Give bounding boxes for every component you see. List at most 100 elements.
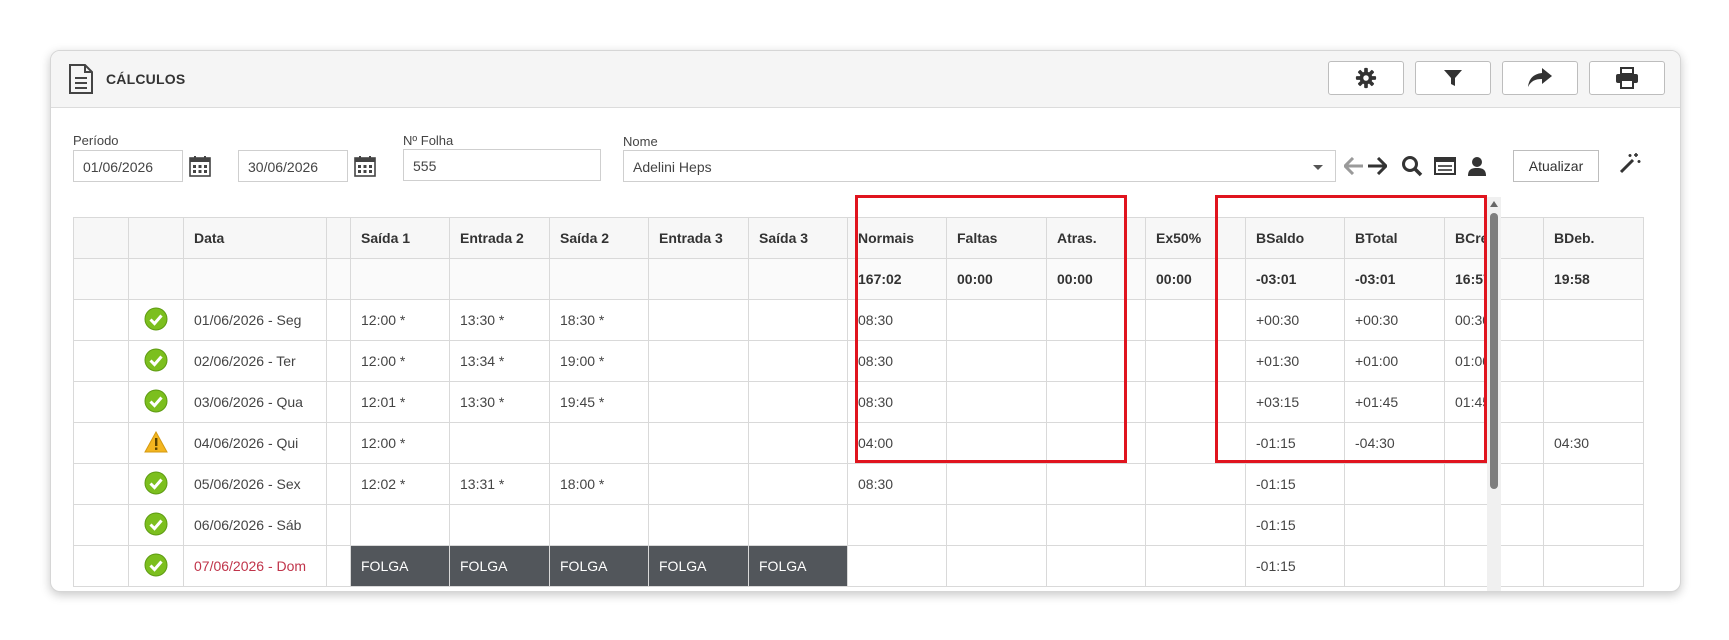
table-cell xyxy=(1046,504,1146,546)
table-cell xyxy=(350,258,450,300)
column-header[interactable]: Atras. xyxy=(1046,217,1146,259)
nome-select[interactable]: Adelini Heps xyxy=(623,150,1336,182)
next-arrow-button[interactable] xyxy=(1365,154,1389,178)
date-cell: 01/06/2026 - Seg xyxy=(183,299,327,341)
table-cell xyxy=(748,381,848,423)
table-cell xyxy=(1046,381,1146,423)
table-row[interactable]: 03/06/2026 - Qua 12:01 * 13:30 * 19:45 * 08:… xyxy=(73,381,1644,423)
table-cell: 12:00 * xyxy=(350,340,450,382)
table-cell: 13:34 * xyxy=(449,340,550,382)
table-cell xyxy=(326,504,351,546)
table-cell xyxy=(73,340,129,382)
total-faltas: 00:00 xyxy=(946,258,1047,300)
user-icon xyxy=(1468,157,1486,176)
table-cell xyxy=(1145,422,1246,464)
column-header[interactable]: Saída 2 xyxy=(549,217,649,259)
table-cell: -01:15 xyxy=(1245,422,1345,464)
date-start-input[interactable]: 01/06/2026 xyxy=(73,150,183,182)
table-cell: +00:30 xyxy=(1344,299,1445,341)
check-circle-icon xyxy=(144,471,168,494)
previous-arrow-button[interactable] xyxy=(1342,154,1366,178)
table-cell: +03:15 xyxy=(1245,381,1345,423)
date-end-input[interactable]: 30/06/2026 xyxy=(238,150,348,182)
date-cell: 02/06/2026 - Ter xyxy=(183,340,327,382)
table-cell: 19:00 * xyxy=(549,340,649,382)
folha-input[interactable]: 555 xyxy=(403,149,601,181)
table-cell xyxy=(1543,463,1644,505)
column-header[interactable]: BDeb. xyxy=(1543,217,1644,259)
check-circle-icon xyxy=(144,348,168,371)
column-header[interactable]: Ex50% xyxy=(1145,217,1246,259)
page-title: CÁLCULOS xyxy=(106,71,186,87)
total-bsaldo: -03:01 xyxy=(1245,258,1345,300)
column-header[interactable]: Entrada 2 xyxy=(449,217,550,259)
search-button[interactable] xyxy=(1400,154,1424,178)
table-row[interactable]: 05/06/2026 - Sex 12:02 * 13:31 * 18:00 * 08:… xyxy=(73,463,1644,505)
table-row[interactable]: 06/06/2026 - Sáb -01:15 xyxy=(73,504,1644,546)
status-cell-ok xyxy=(128,381,184,423)
calendar-icon[interactable] xyxy=(189,155,211,177)
column-header[interactable]: Saída 3 xyxy=(748,217,848,259)
table-cell xyxy=(648,299,749,341)
table-cell xyxy=(1145,504,1246,546)
print-button[interactable] xyxy=(1589,61,1665,95)
column-header[interactable]: Saída 1 xyxy=(350,217,450,259)
totals-row: 167:02 00:00 00:00 00:00 -03:01 -03:01 1… xyxy=(73,258,1644,300)
column-header[interactable] xyxy=(326,217,351,259)
periodo-label: Período xyxy=(73,133,119,148)
user-button[interactable] xyxy=(1465,154,1489,178)
atualizar-button[interactable]: Atualizar xyxy=(1513,150,1599,182)
status-cell-ok xyxy=(128,299,184,341)
table-cell xyxy=(73,258,129,300)
folha-label: Nº Folha xyxy=(403,133,454,148)
table-row[interactable]: 01/06/2026 - Seg 12:00 * 13:30 * 18:30 * 08:… xyxy=(73,299,1644,341)
check-circle-icon xyxy=(144,512,168,535)
table-cell xyxy=(1543,299,1644,341)
table-cell xyxy=(73,299,129,341)
table-cell: -01:15 xyxy=(1245,504,1345,546)
table-row[interactable]: 07/06/2026 - Dom FOLGA FOLGA FOLGA FOLGA FOLG… xyxy=(73,545,1644,587)
column-header[interactable]: Normais xyxy=(847,217,947,259)
table-cell xyxy=(648,422,749,464)
table-cell: +01:45 xyxy=(1344,381,1445,423)
table-cell: 04:30 xyxy=(1543,422,1644,464)
filter-button[interactable] xyxy=(1415,61,1491,95)
table-cell xyxy=(1145,463,1246,505)
table-cell: 19:45 * xyxy=(549,381,649,423)
table-row[interactable]: 04/06/2026 - Qui 12:00 * 04:00 -01:15 -04:30… xyxy=(73,422,1644,464)
share-button[interactable] xyxy=(1502,61,1578,95)
column-header[interactable]: Entrada 3 xyxy=(648,217,749,259)
table-cell xyxy=(1543,381,1644,423)
table-cell xyxy=(549,258,649,300)
table-cell xyxy=(748,340,848,382)
table-cell: -01:15 xyxy=(1245,545,1345,587)
table-cell xyxy=(946,381,1047,423)
table-cell xyxy=(847,545,947,587)
table-cell xyxy=(1145,545,1246,587)
magic-wand-button[interactable] xyxy=(1617,151,1643,175)
table-cell xyxy=(1344,545,1445,587)
column-header[interactable]: BTotal xyxy=(1344,217,1445,259)
date-cell: 05/06/2026 - Sex xyxy=(183,463,327,505)
table-cell: 12:01 * xyxy=(350,381,450,423)
settings-button[interactable] xyxy=(1328,61,1404,95)
column-header[interactable] xyxy=(73,217,129,259)
column-header[interactable] xyxy=(128,217,184,259)
table-cell: 13:30 * xyxy=(449,299,550,341)
calendar-icon[interactable] xyxy=(354,155,376,177)
column-header[interactable]: Data xyxy=(183,217,327,259)
table-cell: 13:31 * xyxy=(449,463,550,505)
table-cell xyxy=(748,258,848,300)
date-cell: 07/06/2026 - Dom xyxy=(183,545,327,587)
vertical-scrollbar[interactable] xyxy=(1487,197,1501,591)
list-view-button[interactable] xyxy=(1432,154,1458,178)
scrollbar-thumb[interactable] xyxy=(1490,213,1498,489)
table-cell xyxy=(946,504,1047,546)
table-row[interactable]: 02/06/2026 - Ter 12:00 * 13:34 * 19:00 * 08:… xyxy=(73,340,1644,382)
column-header[interactable]: Faltas xyxy=(946,217,1047,259)
scroll-up-icon[interactable] xyxy=(1490,201,1498,207)
column-header[interactable]: BSaldo xyxy=(1245,217,1345,259)
table-cell xyxy=(1543,545,1644,587)
table-cell xyxy=(73,504,129,546)
table-cell: 12:00 * xyxy=(350,299,450,341)
